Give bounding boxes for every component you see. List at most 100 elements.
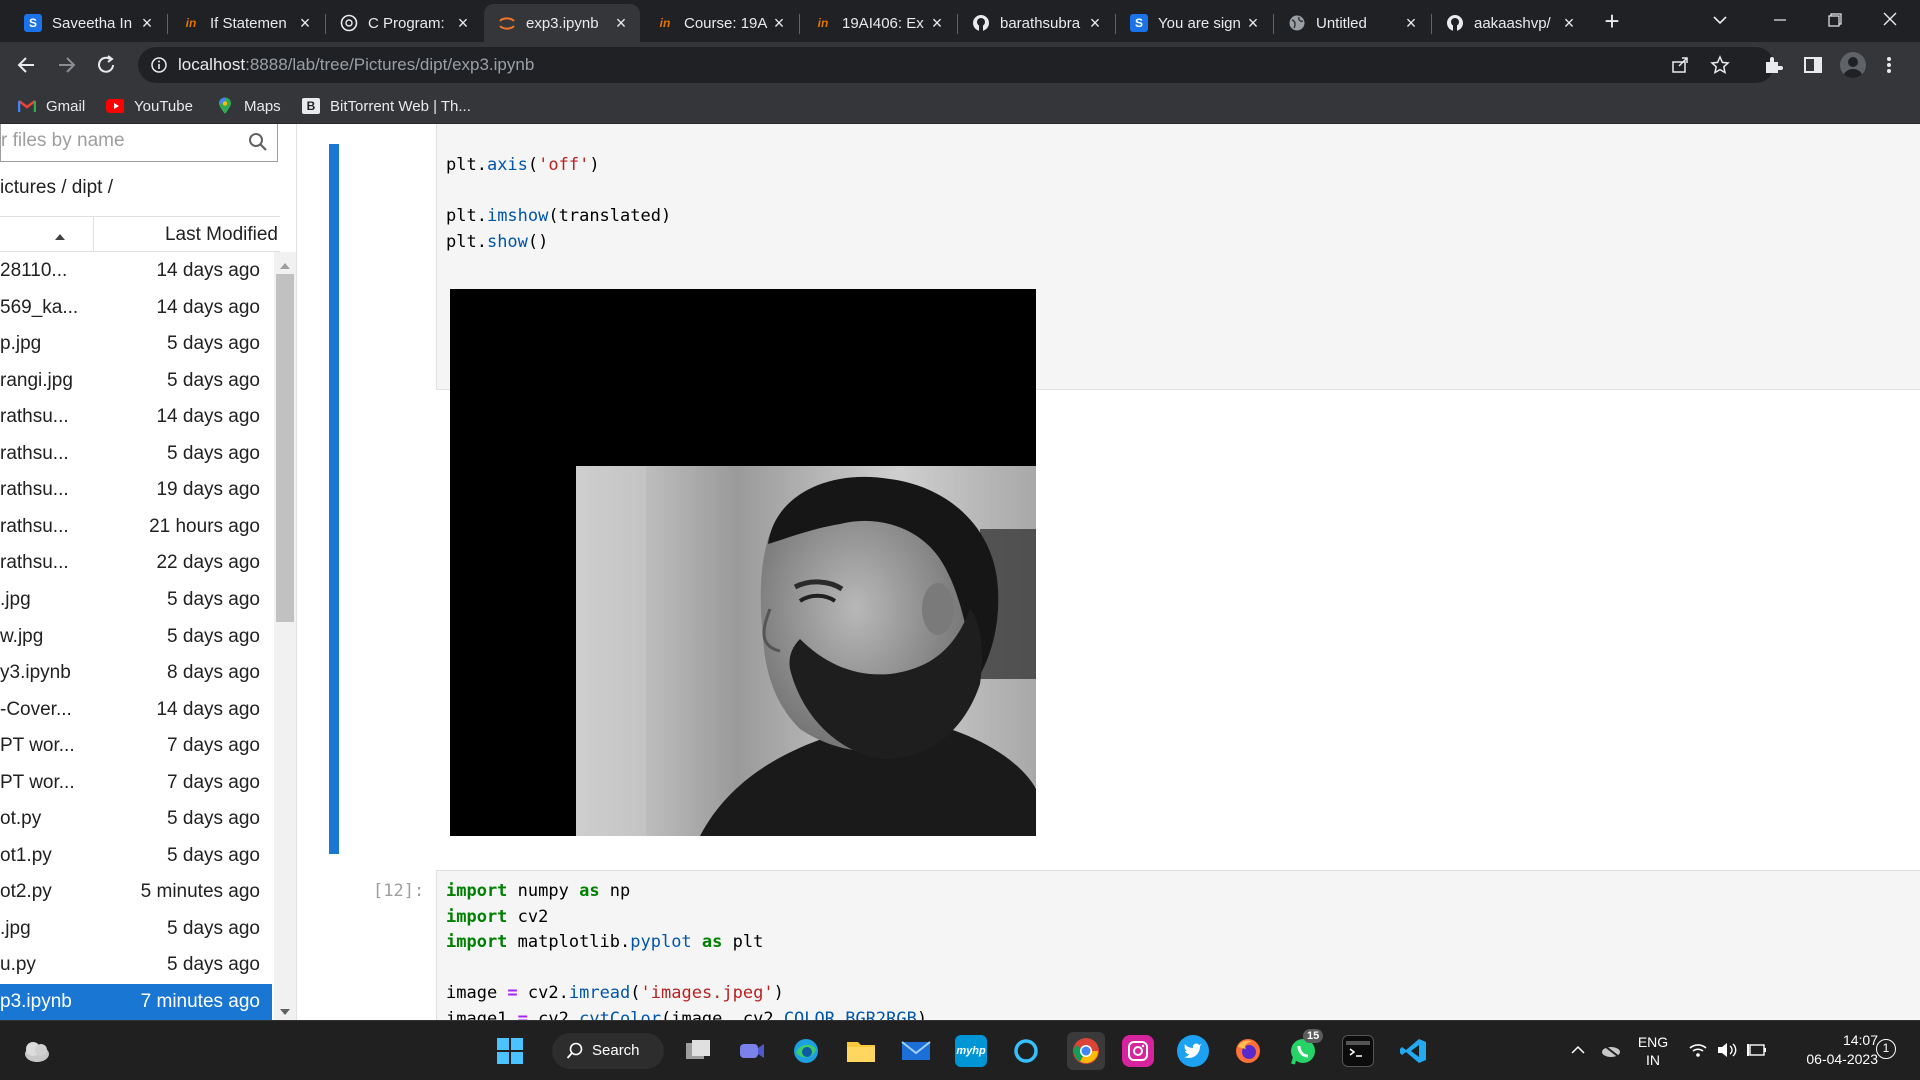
browser-tab[interactable]: aakaashvp/ × (1432, 4, 1588, 42)
tab-close-icon[interactable]: × (1086, 13, 1104, 34)
instagram-icon[interactable] (1122, 1035, 1154, 1067)
address-bar[interactable]: localhost:8888/lab/tree/Pictures/dipt/ex… (138, 47, 1774, 83)
tab-close-icon[interactable]: × (1560, 13, 1578, 34)
file-row[interactable]: u.py 5 days ago (0, 947, 272, 983)
browser-tab[interactable]: in Course: 19A × (642, 4, 798, 42)
browser-tab[interactable]: S You are sign × (1116, 4, 1272, 42)
volume-icon[interactable] (1716, 1041, 1738, 1059)
file-name: .jpg (0, 917, 31, 939)
scroll-down-arrow-icon[interactable] (279, 1004, 291, 1015)
browser-tab[interactable]: S Saveetha In × (10, 4, 166, 42)
tab-close-icon[interactable]: × (1402, 13, 1420, 34)
file-row[interactable]: rathsu... 5 days ago (0, 436, 272, 472)
weather-icon[interactable] (22, 1037, 52, 1065)
battery-icon[interactable] (1746, 1041, 1768, 1059)
browser-tab[interactable]: exp3.ipynb × (484, 4, 640, 42)
file-row[interactable]: ot2.py 5 minutes ago (0, 874, 272, 910)
cortana-icon[interactable] (1010, 1035, 1042, 1067)
file-row[interactable]: PT wor... 7 days ago (0, 728, 272, 764)
file-explorer-icon[interactable] (845, 1035, 877, 1067)
scroll-up-arrow-icon[interactable] (279, 258, 291, 269)
bookmark-bittorrent[interactable]: B BitTorrent Web | Th... (302, 95, 471, 117)
scrollbar-thumb[interactable] (276, 274, 294, 622)
file-row[interactable]: 569_ka... 14 days ago (0, 290, 272, 326)
share-icon[interactable] (1670, 55, 1690, 75)
file-row[interactable]: 28110... 14 days ago (0, 253, 272, 289)
output-collapser[interactable] (329, 276, 339, 854)
task-view-icon[interactable] (682, 1035, 714, 1067)
file-row[interactable]: ot1.py 5 days ago (0, 838, 272, 874)
browser-tab[interactable]: C Program: × (326, 4, 482, 42)
close-window-button[interactable] (1870, 8, 1910, 32)
file-row[interactable]: rathsu... 21 hours ago (0, 509, 272, 545)
back-button[interactable] (14, 53, 40, 77)
tab-close-icon[interactable]: × (138, 13, 156, 34)
forward-button[interactable] (54, 53, 80, 77)
tab-title: barathsubra (1000, 14, 1081, 32)
twitter-icon[interactable] (1177, 1035, 1209, 1067)
reload-button[interactable] (94, 53, 120, 77)
terminal-icon[interactable] (1342, 1035, 1374, 1067)
hp-app-icon[interactable]: myhp (955, 1035, 987, 1067)
browser-tab[interactable]: in If Statemen × (168, 4, 324, 42)
taskbar-search-button[interactable]: Search (552, 1033, 664, 1069)
file-row[interactable]: rathsu... 22 days ago (0, 545, 272, 581)
bookmark-youtube[interactable]: YouTube (106, 95, 193, 117)
side-panel-icon[interactable] (1802, 54, 1824, 76)
chrome-icon[interactable] (1067, 1032, 1105, 1070)
windows-start-icon[interactable] (494, 1035, 526, 1067)
file-row[interactable]: rangi.jpg 5 days ago (0, 363, 272, 399)
edge-icon[interactable] (790, 1035, 822, 1067)
browser-tab[interactable]: Untitled × (1274, 4, 1430, 42)
column-name-header[interactable] (0, 217, 94, 251)
browser-tab[interactable]: barathsubra × (958, 4, 1114, 42)
file-row[interactable]: y3.ipynb 8 days ago (0, 655, 272, 691)
file-row[interactable]: w.jpg 5 days ago (0, 619, 272, 655)
extensions-icon[interactable] (1762, 54, 1784, 76)
bookmark-gmail[interactable]: Gmail (18, 95, 85, 117)
firefox-icon[interactable] (1232, 1035, 1264, 1067)
site-info-icon[interactable] (150, 56, 168, 74)
file-filter-input[interactable]: r files by name (0, 124, 278, 162)
onedrive-icon[interactable] (1598, 1041, 1622, 1059)
tray-overflow-chevron-icon[interactable] (1570, 1043, 1586, 1057)
notification-badge[interactable]: 1 (1876, 1039, 1896, 1059)
bookmark-star-icon[interactable] (1710, 55, 1730, 75)
new-tab-button[interactable]: + (1598, 8, 1626, 36)
tab-close-icon[interactable]: × (928, 13, 946, 34)
tab-title: 19AI406: Ex (842, 14, 924, 32)
teams-chat-icon[interactable] (736, 1035, 768, 1067)
file-row[interactable]: rathsu... 14 days ago (0, 399, 272, 435)
file-row[interactable]: .jpg 5 days ago (0, 582, 272, 618)
tab-close-icon[interactable]: × (296, 13, 314, 34)
file-row[interactable]: p.jpg 5 days ago (0, 326, 272, 362)
minimize-button[interactable] (1760, 8, 1800, 32)
file-row[interactable]: rathsu... 19 days ago (0, 472, 272, 508)
tab-close-icon[interactable]: × (1244, 13, 1262, 34)
tab-close-icon[interactable]: × (454, 13, 472, 34)
code-cell-editor-2[interactable]: import numpy as np import cv2 import matpl… (436, 870, 1920, 1020)
wifi-icon[interactable] (1688, 1041, 1708, 1059)
file-row[interactable]: ot.py 5 days ago (0, 801, 272, 837)
tab-close-icon[interactable]: × (770, 13, 788, 34)
tab-search-chevron-icon[interactable] (1710, 10, 1730, 30)
file-breadcrumb[interactable]: ictures / dipt / (0, 177, 113, 199)
clock[interactable]: 14:07 06-04-2023 (1782, 1031, 1878, 1069)
language-indicator[interactable]: ENG IN (1637, 1033, 1669, 1069)
vscode-icon[interactable] (1397, 1035, 1429, 1067)
file-row[interactable]: .jpg 5 days ago (0, 911, 272, 947)
bookmark-maps[interactable]: Maps (216, 95, 281, 117)
whatsapp-icon[interactable]: 15 (1287, 1029, 1324, 1067)
profile-avatar[interactable] (1840, 52, 1866, 78)
tab-close-icon[interactable]: × (612, 13, 630, 34)
column-modified-header[interactable]: Last Modified (94, 217, 280, 251)
mail-icon[interactable] (900, 1035, 932, 1067)
file-row[interactable]: PT wor... 7 days ago (0, 765, 272, 801)
file-row[interactable]: p3.ipynb 7 minutes ago (0, 984, 272, 1020)
restore-button[interactable] (1814, 8, 1854, 32)
chrome-menu-icon[interactable] (1884, 54, 1894, 76)
file-list-scrollbar[interactable] (274, 252, 296, 1020)
file-row[interactable]: -Cover... 14 days ago (0, 692, 272, 728)
browser-tab[interactable]: in 19AI406: Ex × (800, 4, 956, 42)
